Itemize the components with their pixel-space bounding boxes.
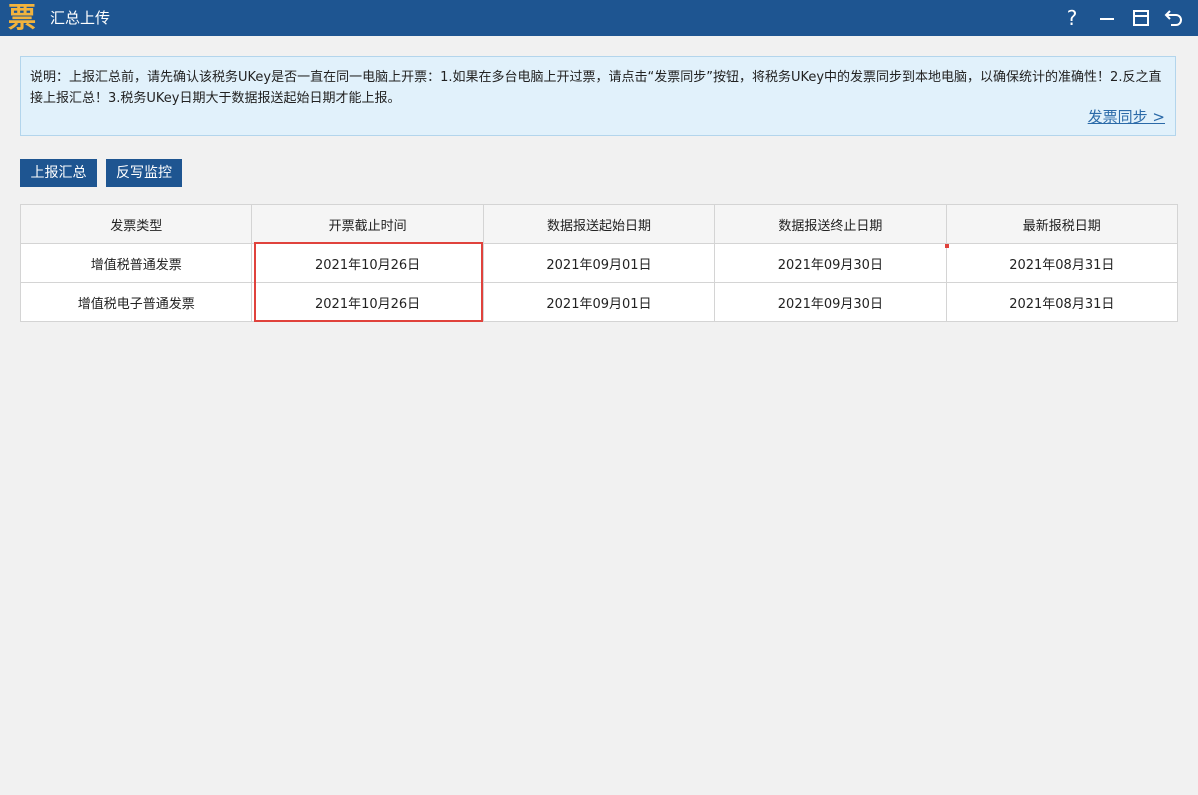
header-report-end-date: 数据报送终止日期 [714, 204, 947, 244]
header-latest-tax-date: 最新报税日期 [945, 204, 1179, 244]
writeback-monitor-button[interactable]: 反写监控 [106, 159, 182, 187]
table-row[interactable]: 增值税电子普通发票 2021年10月26日 2021年09月01日 2021年0… [19, 282, 1179, 322]
table-header-row: 发票类型 开票截止时间 数据报送起始日期 数据报送终止日期 最新报税日期 [19, 204, 1179, 244]
cell-report-end-date: 2021年09月30日 [714, 243, 947, 283]
app-logo-icon: 票 [7, 1, 36, 34]
cell-report-start-date: 2021年09月01日 [482, 282, 716, 322]
header-issue-deadline: 开票截止时间 [251, 204, 484, 244]
table-row[interactable]: 增值税普通发票 2021年10月26日 2021年09月01日 2021年09月… [19, 243, 1179, 283]
cell-latest-tax-date: 2021年08月31日 [945, 282, 1179, 322]
notice-text: 说明：上报汇总前，请先确认该税务UKey是否一直在同一电脑上开票：1.如果在多台… [30, 70, 1162, 106]
notice-panel: 说明：上报汇总前，请先确认该税务UKey是否一直在同一电脑上开票：1.如果在多台… [20, 56, 1176, 136]
minimize-icon [1100, 18, 1114, 20]
back-button[interactable] [1160, 3, 1188, 33]
title-bar: 票 汇总上传 ? [0, 0, 1198, 36]
cell-invoice-type: 增值税普通发票 [19, 243, 253, 283]
help-icon: ? [1066, 6, 1078, 30]
invoice-sync-link[interactable]: 发票同步 > [1088, 106, 1165, 127]
cell-report-end-date: 2021年09月30日 [714, 282, 947, 322]
cell-issue-deadline: 2021年10月26日 [251, 243, 484, 283]
report-summary-button[interactable]: 上报汇总 [20, 159, 97, 187]
window-title: 汇总上传 [50, 9, 111, 27]
maximize-icon [1133, 10, 1149, 26]
header-report-start-date: 数据报送起始日期 [482, 204, 716, 244]
help-button[interactable]: ? [1058, 3, 1086, 33]
cell-latest-tax-date: 2021年08月31日 [945, 243, 1179, 283]
red-marker [945, 244, 949, 248]
minimize-button[interactable] [1093, 3, 1121, 33]
cell-issue-deadline: 2021年10月26日 [251, 282, 484, 322]
maximize-button[interactable] [1127, 3, 1155, 33]
summary-table: 发票类型 开票截止时间 数据报送起始日期 数据报送终止日期 最新报税日期 增值税… [19, 204, 1179, 322]
back-arrow-icon [1164, 10, 1182, 26]
cell-report-start-date: 2021年09月01日 [482, 243, 716, 283]
header-invoice-type: 发票类型 [19, 204, 253, 244]
cell-invoice-type: 增值税电子普通发票 [19, 282, 253, 322]
